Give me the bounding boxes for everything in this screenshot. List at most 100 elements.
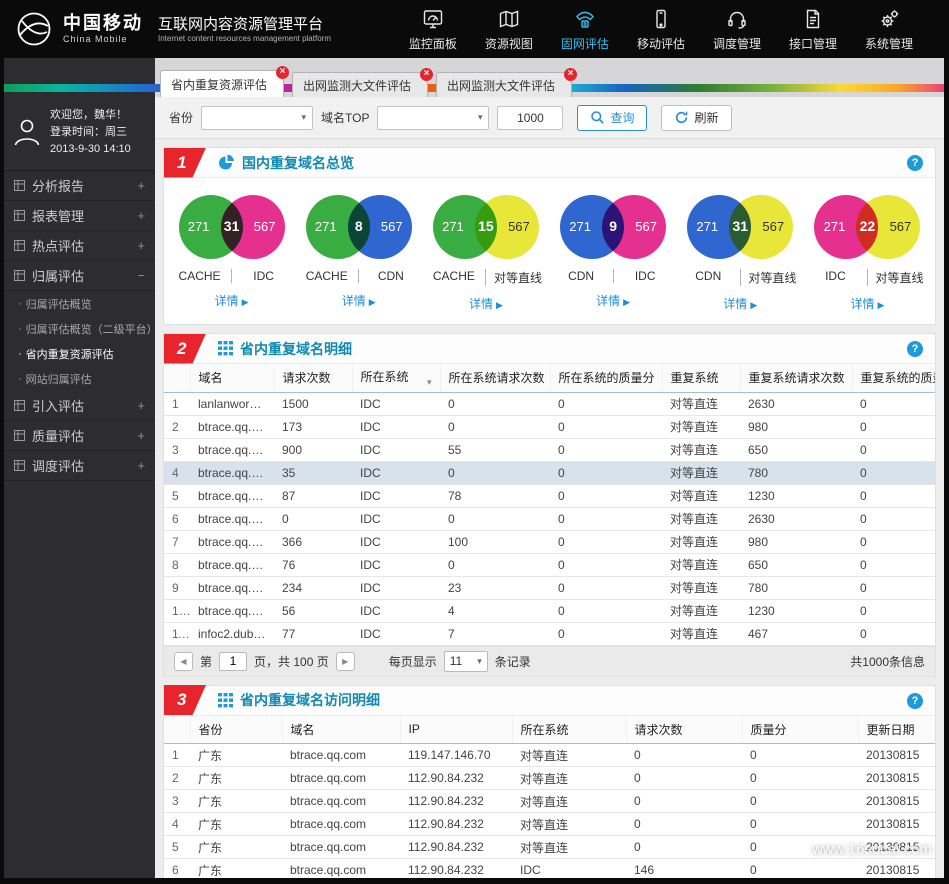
detail-link[interactable]: 详情 ▶	[550, 292, 677, 309]
platform-title: 互联网内容资源管理平台 Internet content resources m…	[158, 16, 331, 43]
detail-link[interactable]: 详情 ▶	[677, 295, 804, 312]
table-row[interactable]: 11 infoc2.duba.net 77 IDC 7 0 对等直连 467 0	[164, 622, 935, 646]
sidebar-subitem-website-ownership-eval[interactable]: · 网站归属评估	[4, 366, 155, 391]
venn-right-value: 567	[380, 219, 403, 234]
sidebar-subitem-ownership-overview-l2[interactable]: · 归属评估概览（二级平台）	[4, 316, 155, 341]
table-row[interactable]: 7 btrace.qq.com 366 IDC 100 0 对等直连 980 0	[164, 530, 935, 554]
arrow-right-icon: ▶	[750, 300, 758, 310]
nav-item-interface-mgmt[interactable]: 接口管理	[789, 7, 837, 52]
table-cell: 366	[274, 530, 352, 554]
table-cell: IDC	[352, 438, 440, 462]
page-number-input[interactable]	[219, 651, 248, 671]
sidebar-item-ownership-eval[interactable]: 归属评估 −	[4, 261, 155, 292]
sidebar-item-report-mgmt[interactable]: 报表管理 +	[4, 201, 155, 232]
tab-outbound-bigfile-eval-2[interactable]: 出网监测大文件评估 ×	[436, 68, 578, 97]
venn-left-value: 271	[696, 219, 719, 234]
detail-link[interactable]: 详情 ▶	[295, 292, 422, 309]
expand-plus-icon[interactable]: +	[137, 428, 145, 443]
table-cell: 0	[550, 599, 662, 623]
table-cell: 78	[440, 484, 550, 508]
table-row[interactable]: 3 广东 btrace.qq.com 112.90.84.232 对等直连 0 0 20130…	[164, 789, 935, 813]
collapse-minus-icon[interactable]: −	[137, 268, 145, 283]
top-count-input[interactable]	[497, 105, 564, 130]
section-number-badge: 2	[164, 333, 206, 364]
section-domestic-duplicate-overview: 1 国内重复域名总览 ? 271 31 567 CACHE IDC 详情 ▶ 2…	[163, 147, 936, 325]
table-row[interactable]: 10 btrace.qq.com 56 IDC 4 0 对等直连 1230 0	[164, 599, 935, 623]
arrow-right-icon: ▶	[877, 300, 885, 310]
close-icon[interactable]: ×	[564, 68, 578, 81]
table-row[interactable]: 2 广东 btrace.qq.com 112.90.84.232 对等直连 0 0 20130…	[164, 766, 935, 790]
nav-item-scheduling-mgmt[interactable]: 调度管理	[713, 7, 761, 52]
venn-left-value: 271	[569, 219, 591, 234]
province-select[interactable]: ▾	[201, 105, 314, 130]
detail-link[interactable]: 详情 ▶	[168, 292, 295, 309]
sidebar-item-analysis-report[interactable]: 分析报告 +	[4, 171, 155, 202]
prev-page-button[interactable]: ◀	[174, 651, 193, 671]
close-icon[interactable]: ×	[420, 68, 434, 81]
nav-item-mobile-eval[interactable]: 移动评估	[637, 7, 685, 52]
expand-plus-icon[interactable]: +	[137, 398, 145, 413]
table-cell: IDC	[352, 553, 440, 577]
table-row[interactable]: 2 btrace.qq.com 173 IDC 0 0 对等直连 980 0	[164, 415, 935, 439]
col-ip: IP	[399, 715, 512, 744]
table-cell: 0	[550, 576, 662, 600]
table-cell: 0	[626, 766, 742, 790]
nav-item-resource-view[interactable]: 资源视图	[485, 7, 533, 52]
table-row[interactable]: 1 广东 btrace.qq.com 119.147.146.70 对等直连 0 0 2013…	[164, 743, 935, 767]
next-page-button[interactable]: ▶	[335, 651, 355, 671]
table-cell: 广东	[190, 835, 282, 859]
table-cell: btrace.qq.com	[190, 599, 274, 623]
detail-link[interactable]: 详情 ▶	[804, 295, 931, 312]
user-info: 欢迎您，魏华！ 登录时间：周三 2013-9-30 14:10	[4, 97, 155, 172]
expand-plus-icon[interactable]: +	[137, 238, 145, 253]
table-row[interactable]: 4 广东 btrace.qq.com 112.90.84.232 对等直连 0 0 20130…	[164, 812, 935, 836]
sidebar-subitem-province-duplicate-eval[interactable]: · 省内重复资源评估	[4, 341, 155, 366]
table-cell: 4	[164, 461, 190, 485]
refresh-button[interactable]: 刷新	[661, 104, 732, 131]
table-row[interactable]: 1 lanlanwork.com 1500 IDC 0 0 对等直连 2630 0	[164, 392, 935, 416]
table-cell: 35	[274, 461, 352, 485]
expand-plus-icon[interactable]: +	[137, 178, 145, 193]
expand-plus-icon[interactable]: +	[137, 458, 145, 473]
nav-item-system-mgmt[interactable]: 系统管理	[865, 7, 913, 52]
table-cell: 10	[164, 599, 190, 623]
table-cell: 980	[740, 530, 852, 554]
sidebar-subitem-ownership-overview[interactable]: · 归属评估概览	[4, 291, 155, 316]
table-cell: 0	[852, 484, 935, 508]
sidebar-item-scheduling-eval[interactable]: 调度评估 +	[4, 451, 155, 482]
report-icon	[14, 400, 25, 412]
sidebar-item-introduction-eval[interactable]: 引入评估 +	[4, 391, 155, 422]
detail-link[interactable]: 详情 ▶	[422, 295, 549, 312]
help-icon[interactable]: ?	[907, 155, 923, 171]
close-icon[interactable]: ×	[276, 66, 290, 79]
domain-top-select[interactable]: ▾	[377, 105, 490, 130]
help-icon[interactable]: ?	[907, 341, 923, 357]
per-page-select[interactable]: 11 ▾	[443, 650, 488, 672]
arrow-right-icon: ▶	[623, 297, 631, 307]
help-icon[interactable]: ?	[907, 692, 923, 709]
table-row[interactable]: 6 btrace.qq.com 0 IDC 0 0 对等直连 2630 0	[164, 507, 935, 531]
table-cell: 0	[742, 835, 858, 859]
table-cell: btrace.qq.com	[190, 438, 274, 462]
table-cell: lanlanwork.com	[190, 392, 274, 416]
query-button[interactable]: 查询	[577, 104, 648, 131]
table-row[interactable]: 6 广东 btrace.qq.com 112.90.84.232 IDC 146 0 2013…	[164, 858, 935, 878]
table-row[interactable]: 3 btrace.qq.com 900 IDC 55 0 对等直连 650 0	[164, 438, 935, 462]
tab-outbound-bigfile-eval-1[interactable]: 出网监测大文件评估 ×	[292, 68, 434, 97]
sidebar-item-quality-eval[interactable]: 质量评估 +	[4, 421, 155, 452]
section-header: 3 省内重复域名访问明细 ?	[164, 685, 935, 716]
table-row[interactable]: 5 btrace.qq.com 87 IDC 78 0 对等直连 1230 0	[164, 484, 935, 508]
nav-item-monitoring-panel[interactable]: 监控面板	[409, 7, 457, 52]
table-cell: 0	[852, 392, 935, 416]
column-filter-icon[interactable]: ▾	[427, 377, 432, 388]
table-cell: 对等直连	[512, 812, 626, 836]
table-row[interactable]: 9 btrace.qq.com 234 IDC 23 0 对等直连 780 0	[164, 576, 935, 600]
expand-plus-icon[interactable]: +	[137, 208, 145, 223]
table-row[interactable]: 4 btrace.qq.com 35 IDC 0 0 对等直连 780 0	[164, 461, 935, 485]
nav-item-fixed-network-eval[interactable]: 固网评估	[561, 7, 609, 52]
table-row[interactable]: 5 广东 btrace.qq.com 112.90.84.232 对等直连 0 0 20130…	[164, 835, 935, 859]
table-row[interactable]: 8 btrace.qq.com 76 IDC 0 0 对等直连 650 0	[164, 553, 935, 577]
sidebar-item-hotspot-eval[interactable]: 热点评估 +	[4, 231, 155, 262]
col-dup-requests: 重复系统请求次数	[739, 364, 852, 393]
tab-province-duplicate-eval[interactable]: 省内重复资源评估 ×	[160, 66, 290, 97]
